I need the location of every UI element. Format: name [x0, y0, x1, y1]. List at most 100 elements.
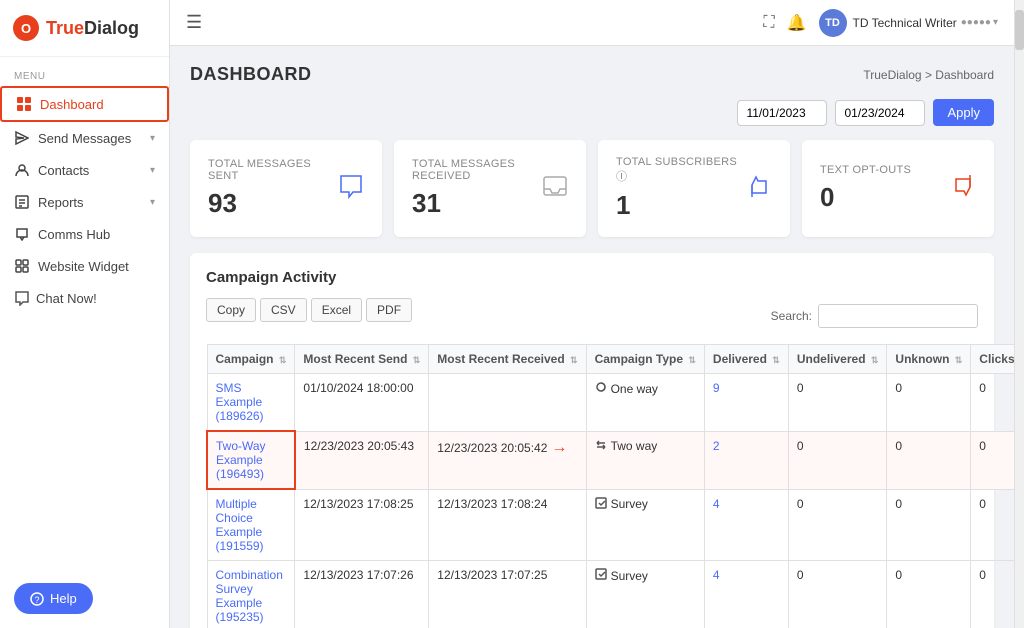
table-header-row: Campaign ⇅ Most Recent Send ⇅ Most Recen…	[207, 345, 1014, 374]
sidebar-item-dashboard-label: Dashboard	[40, 97, 104, 112]
cell-campaign-type: Two way	[586, 431, 704, 489]
table-row: Two-Way Example (196493) 12/23/2023 20:0…	[207, 431, 1014, 489]
cell-undelivered: 0	[788, 561, 887, 628]
sidebar-item-reports-label: Reports	[38, 195, 84, 210]
csv-button[interactable]: CSV	[260, 298, 307, 322]
cell-clicks: 0	[971, 374, 1014, 432]
sidebar-item-contacts[interactable]: Contacts ▾	[0, 154, 169, 186]
campaign-link[interactable]: Multiple Choice Example (191559)	[216, 497, 264, 553]
sidebar-item-comms-hub[interactable]: Comms Hub	[0, 218, 169, 250]
col-header-undelivered[interactable]: Undelivered ⇅	[788, 345, 887, 374]
avatar: TD	[819, 9, 847, 37]
sidebar-item-comms-hub-label: Comms Hub	[38, 227, 110, 242]
campaign-activity-title: Campaign Activity	[206, 269, 978, 286]
help-button-label: Help	[50, 591, 77, 606]
delivered-link[interactable]: 2	[713, 439, 720, 453]
stat-info-messages-sent: TOTAL MESSAGES SENT 93	[208, 158, 338, 219]
breadcrumb-root: TrueDialog	[863, 68, 921, 82]
fullscreen-icon[interactable]: ⛶	[763, 14, 774, 32]
logo-true: True	[46, 18, 84, 39]
chevron-icon: ▾	[150, 133, 155, 144]
contacts-icon	[14, 162, 30, 178]
table-row: Combination Survey Example (195235) 12/1…	[207, 561, 1014, 628]
page-title: DASHBOARD	[190, 64, 312, 85]
help-button[interactable]: ? Help	[14, 583, 93, 614]
sidebar: O TrueDialog MENU Dashboard Send Message…	[0, 0, 170, 628]
campaign-link[interactable]: Combination Survey Example (195235)	[216, 568, 283, 624]
type-icon	[595, 439, 607, 454]
copy-button[interactable]: Copy	[206, 298, 256, 322]
type-label: One way	[611, 382, 658, 396]
sidebar-item-website-widget[interactable]: Website Widget	[0, 250, 169, 282]
stat-label-messages-sent: TOTAL MESSAGES SENT	[208, 158, 338, 182]
search-input[interactable]	[818, 304, 978, 328]
user-menu[interactable]: TD TD Technical Writer ●●●●● ▾	[819, 9, 998, 37]
col-header-unknown[interactable]: Unknown ⇅	[887, 345, 971, 374]
stat-value-opt-outs: 0	[820, 182, 911, 213]
cell-clicks: 0	[971, 489, 1014, 561]
menu-label: MENU	[0, 57, 169, 86]
sidebar-item-contacts-label: Contacts	[38, 163, 89, 178]
sidebar-item-dashboard[interactable]: Dashboard	[0, 86, 169, 122]
chat-now-label: Chat Now!	[36, 291, 97, 306]
cell-clicks: 0	[971, 561, 1014, 628]
pdf-button[interactable]: PDF	[366, 298, 412, 322]
col-header-recent-send[interactable]: Most Recent Send ⇅	[295, 345, 429, 374]
campaign-section: Campaign Activity Copy CSV Excel PDF Sea…	[190, 253, 994, 628]
cell-recent-received: 12/23/2023 20:05:42→	[429, 431, 586, 489]
row-arrow-icon: →	[551, 439, 567, 457]
stat-info-subscribers: TOTAL SUBSCRIBERS ⓘ 1	[616, 156, 746, 221]
delivered-link[interactable]: 9	[713, 381, 720, 395]
stats-row: TOTAL MESSAGES SENT 93 TOTAL MESSAGES RE…	[190, 140, 994, 237]
breadcrumb: TrueDialog > Dashboard	[863, 68, 994, 82]
apply-button[interactable]: Apply	[933, 99, 994, 126]
chat-icon	[338, 173, 364, 205]
campaign-link[interactable]: Two-Way Example (196493)	[216, 439, 266, 481]
cell-delivered: 9	[704, 374, 788, 432]
sidebar-item-send-messages[interactable]: Send Messages ▾	[0, 122, 169, 154]
col-header-delivered[interactable]: Delivered ⇅	[704, 345, 788, 374]
scrollbar[interactable]	[1014, 0, 1024, 628]
type-label: Two way	[611, 439, 658, 453]
delivered-link[interactable]: 4	[713, 568, 720, 582]
start-date-input[interactable]	[737, 100, 827, 126]
chat-now: Chat Now!	[0, 282, 169, 314]
cell-recent-send: 12/13/2023 17:07:26	[295, 561, 429, 628]
scrollbar-thumb[interactable]	[1015, 10, 1024, 50]
cell-undelivered: 0	[788, 489, 887, 561]
chat-now-icon	[14, 290, 30, 306]
svg-text:O: O	[21, 21, 31, 36]
svg-text:?: ?	[34, 595, 39, 605]
col-header-clicks[interactable]: Clicks ⇅	[971, 345, 1014, 374]
cell-recent-received: 12/13/2023 17:07:25	[429, 561, 586, 628]
sidebar-item-reports[interactable]: Reports ▾	[0, 186, 169, 218]
type-icon	[595, 381, 607, 396]
campaign-link[interactable]: SMS Example (189626)	[216, 381, 264, 423]
col-header-campaign[interactable]: Campaign ⇅	[207, 345, 295, 374]
cell-delivered: 4	[704, 489, 788, 561]
end-date-input[interactable]	[835, 100, 925, 126]
export-button-group: Copy CSV Excel PDF	[206, 298, 412, 322]
excel-button[interactable]: Excel	[311, 298, 362, 322]
stat-value-messages-sent: 93	[208, 188, 338, 219]
hamburger-button[interactable]: ☰	[186, 12, 202, 33]
date-filter-row: Apply	[190, 99, 994, 126]
cell-campaign-type: Survey	[586, 561, 704, 628]
cell-campaign: SMS Example (189626)	[207, 374, 295, 432]
user-chevron-icon: ▾	[993, 17, 998, 28]
logo-icon: O	[12, 14, 40, 42]
cell-unknown: 0	[887, 374, 971, 432]
bell-icon[interactable]: 🔔	[787, 13, 807, 33]
type-label: Survey	[611, 569, 648, 583]
col-header-campaign-type[interactable]: Campaign Type ⇅	[586, 345, 704, 374]
username-dots: ●●●●●	[961, 17, 991, 28]
cell-delivered: 2	[704, 431, 788, 489]
sidebar-item-send-messages-label: Send Messages	[38, 131, 131, 146]
cell-campaign: Multiple Choice Example (191559)	[207, 489, 295, 561]
cell-recent-send: 12/13/2023 17:08:25	[295, 489, 429, 561]
table-row: Multiple Choice Example (191559) 12/13/2…	[207, 489, 1014, 561]
col-header-recent-received[interactable]: Most Recent Received ⇅	[429, 345, 586, 374]
delivered-link[interactable]: 4	[713, 497, 720, 511]
cell-undelivered: 0	[788, 374, 887, 432]
cell-unknown: 0	[887, 489, 971, 561]
